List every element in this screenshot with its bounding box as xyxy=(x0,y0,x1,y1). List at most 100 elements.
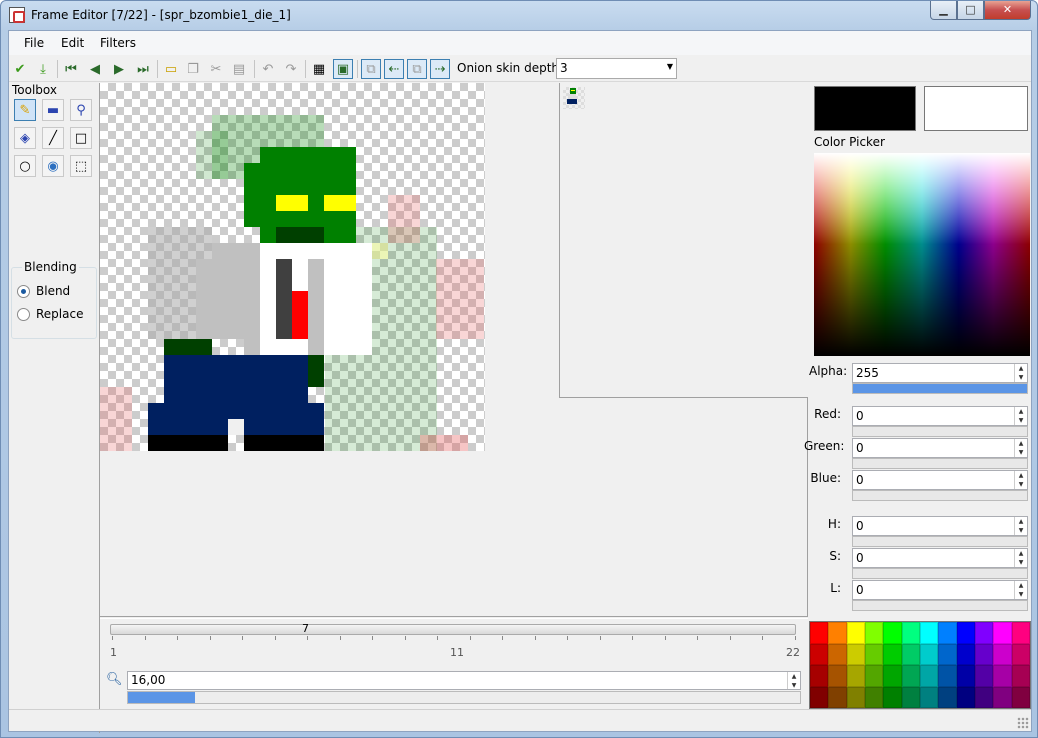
close-button[interactable]: ✕ xyxy=(984,1,1031,20)
palette-swatch[interactable] xyxy=(828,622,847,644)
palette-swatch[interactable] xyxy=(901,686,920,708)
replace-radio[interactable] xyxy=(17,308,30,321)
selection-icon[interactable]: ⬚ xyxy=(70,155,92,177)
palette-swatch[interactable] xyxy=(1011,643,1030,665)
palette-swatch[interactable] xyxy=(975,665,994,687)
onion-skin-select[interactable]: 3 ▼ xyxy=(556,58,677,79)
green-field[interactable]: 0 ▲ ▼ xyxy=(852,438,1028,458)
palette-swatch[interactable] xyxy=(956,686,975,708)
color-picker-gradient[interactable] xyxy=(814,153,1030,356)
onion-forward-icon[interactable]: ⇢ xyxy=(430,59,450,79)
palette-swatch[interactable] xyxy=(865,643,884,665)
onion-toggle-icon[interactable]: ▣ xyxy=(333,59,353,79)
palette-swatch[interactable] xyxy=(865,686,884,708)
primary-color-swatch[interactable] xyxy=(814,86,916,131)
sprite-canvas[interactable] xyxy=(100,83,485,451)
zoom-bar[interactable] xyxy=(127,691,801,704)
maximize-button[interactable]: □ xyxy=(957,1,984,20)
cut-icon[interactable]: ✂ xyxy=(206,59,226,79)
red-field[interactable]: 0 ▲ ▼ xyxy=(852,406,1028,426)
palette-swatch[interactable] xyxy=(828,665,847,687)
palette-swatch[interactable] xyxy=(810,686,829,708)
undo-icon[interactable]: ↶ xyxy=(258,59,278,79)
check-icon[interactable]: ✔ xyxy=(10,59,30,79)
eyedropper-icon[interactable]: ⚲ xyxy=(70,99,92,121)
palette-swatch[interactable] xyxy=(1011,622,1030,644)
onion-prev-icon[interactable]: ⇠ xyxy=(384,59,404,79)
palette-swatch[interactable] xyxy=(828,686,847,708)
palette-swatch[interactable] xyxy=(938,665,957,687)
palette-swatch[interactable] xyxy=(956,643,975,665)
palette-swatch[interactable] xyxy=(993,622,1012,644)
hue-bar[interactable] xyxy=(852,536,1028,547)
palette-swatch[interactable] xyxy=(956,622,975,644)
palette-swatch[interactable] xyxy=(993,665,1012,687)
palette-swatch[interactable] xyxy=(865,665,884,687)
download-icon[interactable]: ⤓ xyxy=(33,59,53,79)
minimize-button[interactable]: ▁ xyxy=(930,1,957,20)
zoom-field[interactable]: 16,00 ▲ ▼ xyxy=(127,671,801,690)
palette-swatch[interactable] xyxy=(975,643,994,665)
saturation-field[interactable]: 0 ▲ ▼ xyxy=(852,548,1028,568)
blend-radio[interactable] xyxy=(17,285,30,298)
palette-swatch[interactable] xyxy=(956,665,975,687)
rectangle-fill-icon[interactable]: ▬ xyxy=(42,99,64,121)
palette-swatch[interactable] xyxy=(883,665,902,687)
alpha-field[interactable]: 255 ▲ ▼ xyxy=(852,363,1028,383)
color-palette[interactable] xyxy=(809,621,1031,709)
ellipse-icon[interactable]: ○ xyxy=(14,155,36,177)
palette-swatch[interactable] xyxy=(993,686,1012,708)
frame-slider[interactable] xyxy=(110,624,796,635)
palette-swatch[interactable] xyxy=(901,643,920,665)
palette-swatch[interactable] xyxy=(1011,686,1030,708)
green-bar[interactable] xyxy=(852,458,1028,469)
palette-swatch[interactable] xyxy=(810,665,829,687)
frame-next-icon[interactable]: ▶ xyxy=(109,59,129,79)
palette-swatch[interactable] xyxy=(901,665,920,687)
palette-swatch[interactable] xyxy=(1011,665,1030,687)
lightness-bar[interactable] xyxy=(852,600,1028,611)
red-bar[interactable] xyxy=(852,426,1028,437)
replace-label[interactable]: Replace xyxy=(36,307,83,321)
menu-edit[interactable]: Edit xyxy=(61,36,84,50)
palette-swatch[interactable] xyxy=(975,622,994,644)
grid-icon[interactable]: ▦ xyxy=(309,59,329,79)
palette-swatch[interactable] xyxy=(975,686,994,708)
copy-icon[interactable]: ❐ xyxy=(183,59,203,79)
redo-icon[interactable]: ↷ xyxy=(281,59,301,79)
pattern-fill-icon[interactable]: ◉ xyxy=(42,155,64,177)
menu-file[interactable]: File xyxy=(24,36,44,50)
palette-swatch[interactable] xyxy=(810,622,829,644)
lightness-field[interactable]: 0 ▲ ▼ xyxy=(852,580,1028,600)
alpha-bar[interactable] xyxy=(852,383,1028,394)
saturation-bar[interactable] xyxy=(852,568,1028,579)
onion-back-icon[interactable]: ⧉ xyxy=(361,59,381,79)
secondary-color-swatch[interactable] xyxy=(924,86,1028,131)
frame-thumbnail[interactable] xyxy=(563,87,585,109)
line-icon[interactable]: ╱ xyxy=(42,127,64,149)
palette-swatch[interactable] xyxy=(920,665,939,687)
bucket-fill-icon[interactable]: ◈ xyxy=(14,127,36,149)
palette-swatch[interactable] xyxy=(846,643,865,665)
palette-swatch[interactable] xyxy=(810,643,829,665)
palette-swatch[interactable] xyxy=(901,622,920,644)
palette-swatch[interactable] xyxy=(920,686,939,708)
title-bar[interactable]: Frame Editor [7/22] - [spr_bzombie1_die_… xyxy=(1,1,1037,29)
palette-swatch[interactable] xyxy=(846,622,865,644)
palette-swatch[interactable] xyxy=(828,643,847,665)
hue-field[interactable]: 0 ▲ ▼ xyxy=(852,516,1028,536)
palette-swatch[interactable] xyxy=(993,643,1012,665)
frame-prev-icon[interactable]: ◀ xyxy=(85,59,105,79)
palette-swatch[interactable] xyxy=(920,622,939,644)
resize-grip-icon[interactable] xyxy=(1017,717,1029,729)
palette-swatch[interactable] xyxy=(846,665,865,687)
palette-swatch[interactable] xyxy=(938,643,957,665)
rectangle-icon[interactable]: □ xyxy=(70,127,92,149)
frame-slider-current[interactable]: 7 xyxy=(302,622,309,635)
palette-swatch[interactable] xyxy=(846,686,865,708)
frame-first-icon[interactable]: ⏮ xyxy=(61,59,81,79)
blend-label[interactable]: Blend xyxy=(36,284,70,298)
blue-bar[interactable] xyxy=(852,490,1028,501)
new-icon[interactable]: ▭ xyxy=(161,59,181,79)
palette-swatch[interactable] xyxy=(883,686,902,708)
